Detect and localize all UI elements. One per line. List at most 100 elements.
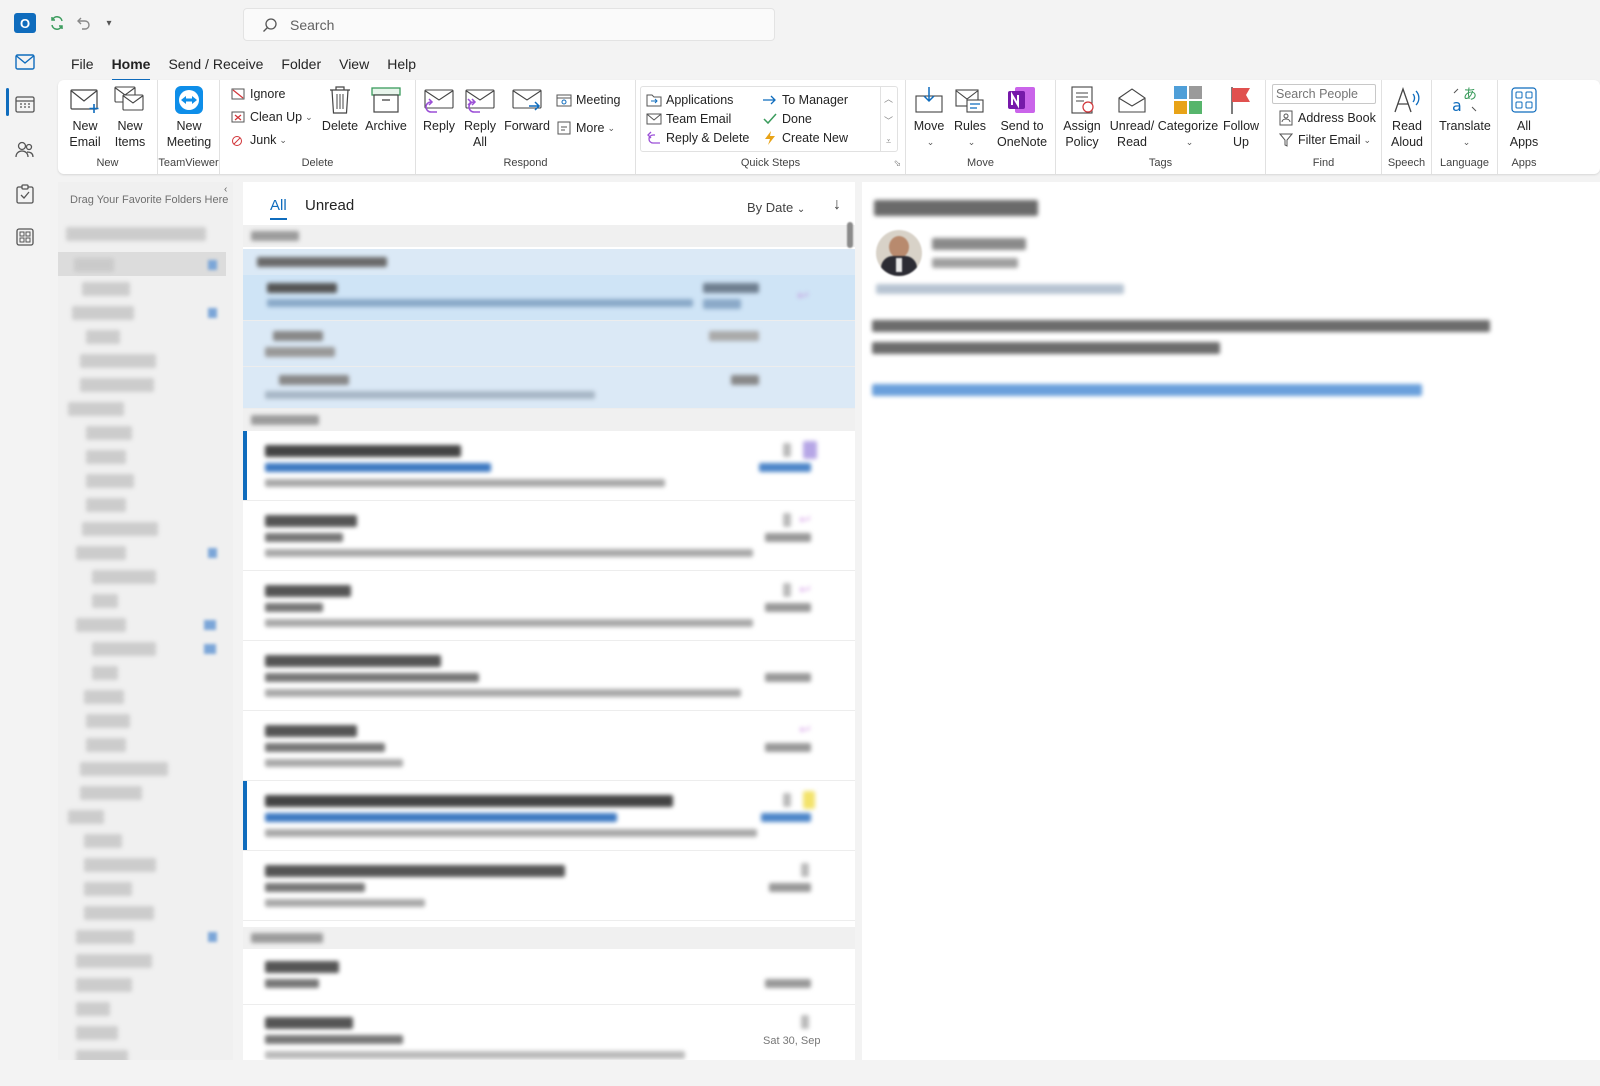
list-item[interactable] (243, 851, 855, 921)
read-aloud-button[interactable]: Read Aloud (1384, 84, 1430, 150)
rules-button[interactable]: Rules ⌄ (952, 84, 988, 150)
archive-button[interactable]: Archive (363, 84, 409, 134)
tab-view[interactable]: View (330, 52, 378, 80)
folder-item[interactable] (68, 810, 104, 824)
folder-item[interactable] (76, 546, 126, 560)
tab-folder[interactable]: Folder (272, 52, 330, 80)
sync-icon[interactable] (46, 12, 68, 34)
more-respond-button[interactable]: More ⌄ (556, 118, 615, 138)
email-body-link[interactable] (872, 384, 1422, 396)
chevron-down-icon[interactable]: ﹀ (884, 114, 893, 127)
new-items-button[interactable]: New Items (110, 84, 150, 150)
conversation-header[interactable] (243, 249, 855, 275)
folder-item[interactable] (80, 786, 142, 800)
filter-email-button[interactable]: Filter Email ⌄ (1278, 130, 1371, 150)
folder-item[interactable] (76, 618, 126, 632)
folder-item[interactable] (80, 762, 168, 776)
folder-item[interactable] (86, 498, 126, 512)
folder-item[interactable] (76, 954, 152, 968)
folder-item[interactable] (84, 858, 156, 872)
follow-up-button[interactable]: Follow Up (1220, 84, 1262, 150)
folder-item[interactable] (84, 882, 132, 896)
quickstep-done[interactable]: Done (762, 109, 812, 129)
group-header-last-week[interactable] (243, 927, 855, 949)
quickstep-reply-delete[interactable]: Reply & Delete (646, 128, 749, 148)
list-item[interactable] (243, 431, 855, 501)
tasks-icon[interactable] (13, 182, 37, 206)
message-list-scrollbar[interactable]: ▼ (846, 222, 854, 1068)
folder-item[interactable] (80, 354, 156, 368)
translate-button[interactable]: aあ Translate ⌄ (1436, 84, 1494, 150)
list-item[interactable]: ↩ (243, 571, 855, 641)
folder-item[interactable] (86, 330, 120, 344)
folder-item[interactable] (82, 282, 130, 296)
list-item[interactable] (243, 367, 855, 409)
quickstep-to-manager[interactable]: To Manager (762, 90, 848, 110)
folder-item[interactable] (84, 834, 122, 848)
filter-unread-tab[interactable]: Unread (305, 197, 354, 214)
folder-item[interactable] (76, 1026, 118, 1040)
calendar-icon[interactable] (13, 92, 37, 116)
quick-steps-scroller[interactable]: ︿ ﹀ ⩡ (880, 87, 896, 151)
list-item[interactable]: ↩ (243, 711, 855, 781)
folder-item[interactable] (76, 930, 134, 944)
clean-up-button[interactable]: Clean Up ⌄ (230, 107, 313, 127)
quickstep-create-new[interactable]: Create New (762, 128, 848, 148)
folder-item[interactable] (84, 690, 124, 704)
folder-item[interactable] (76, 1002, 110, 1016)
new-email-button[interactable]: New Email (66, 84, 104, 150)
folder-item[interactable] (92, 642, 156, 656)
search-people-input[interactable] (1272, 84, 1376, 104)
move-button[interactable]: Move ⌄ (910, 84, 948, 150)
scrollbar-thumb[interactable] (847, 222, 853, 248)
sort-direction-arrow-icon[interactable]: ↓ (833, 196, 841, 214)
list-item[interactable]: ↩ (243, 501, 855, 571)
folder-item[interactable] (76, 978, 132, 992)
list-item[interactable] (243, 321, 855, 367)
folder-item[interactable] (82, 522, 158, 536)
junk-button[interactable]: Junk ⌄ (230, 130, 287, 150)
folder-item[interactable] (84, 906, 154, 920)
unread-read-button[interactable]: Unread/ Read (1108, 84, 1156, 150)
quickstep-applications[interactable]: Applications (646, 90, 733, 110)
folder-item[interactable] (72, 306, 134, 320)
tab-home[interactable]: Home (103, 52, 160, 81)
search-input[interactable]: Search (243, 8, 775, 41)
send-to-onenote-button[interactable]: Send to OneNote (992, 84, 1052, 150)
people-icon[interactable] (13, 137, 37, 161)
more-apps-icon[interactable] (13, 225, 37, 249)
delete-button[interactable]: Delete (320, 84, 360, 134)
account-header[interactable] (66, 227, 206, 241)
reply-all-button[interactable]: Reply All (461, 84, 499, 150)
sender-avatar[interactable] (876, 230, 922, 276)
list-item[interactable] (243, 781, 855, 851)
folder-item[interactable] (92, 666, 118, 680)
folder-item[interactable] (80, 378, 154, 392)
folder-item[interactable] (86, 714, 130, 728)
forward-button[interactable]: Forward (502, 84, 552, 134)
categorize-button[interactable]: Categorize ⌄ (1158, 84, 1218, 150)
dialog-launcher-icon[interactable]: ⬂ (893, 158, 901, 169)
all-apps-button[interactable]: All Apps (1502, 84, 1546, 150)
folder-item[interactable] (92, 570, 156, 584)
quickstep-team-email[interactable]: Team Email (646, 109, 731, 129)
assign-policy-button[interactable]: Assign Policy (1058, 84, 1106, 150)
folder-item[interactable] (86, 474, 134, 488)
tab-help[interactable]: Help (378, 52, 425, 80)
tab-file[interactable]: File (62, 52, 103, 80)
reply-button[interactable]: Reply (420, 84, 458, 134)
list-item[interactable] (243, 641, 855, 711)
new-meeting-button[interactable]: New Meeting (164, 84, 214, 150)
filter-all-tab[interactable]: All (270, 197, 287, 214)
mail-icon[interactable] (13, 50, 37, 74)
list-item[interactable] (243, 949, 855, 1005)
chevron-up-icon[interactable]: ︿ (884, 92, 893, 105)
group-header-yesterday[interactable] (243, 409, 855, 431)
group-header-today[interactable] (243, 225, 855, 247)
folder-item[interactable] (92, 594, 118, 608)
address-book-button[interactable]: Address Book (1278, 108, 1376, 128)
folder-item[interactable] (68, 402, 124, 416)
meeting-button[interactable]: Meeting (556, 90, 620, 110)
folder-item[interactable] (86, 426, 132, 440)
customize-toolbar-icon[interactable]: ▾ (98, 12, 120, 34)
